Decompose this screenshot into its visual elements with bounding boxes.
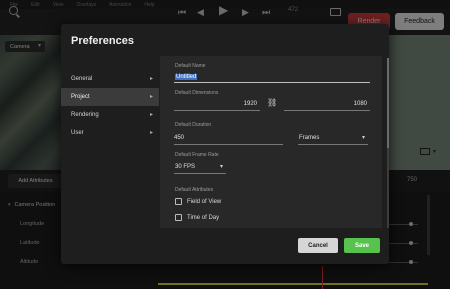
nav-item-rendering[interactable]: Rendering ▸ <box>61 106 159 124</box>
app-window: File Edit View Overlays Animation Help ⏮… <box>0 0 450 289</box>
project-settings-panel: Default Name Untitled Default Dimensions… <box>160 56 382 228</box>
nav-item-label: General <box>71 76 93 82</box>
preferences-dialog: Preferences General ▸ Project ▸ Renderin… <box>61 24 389 264</box>
checkbox-label: Field of View <box>187 198 222 205</box>
panel-scrollbar-thumb[interactable] <box>387 58 389 148</box>
chevron-right-icon: ▸ <box>149 76 153 82</box>
frame-rate-select[interactable]: 30 FPS <box>174 162 226 174</box>
default-name-label: Default Name <box>175 63 206 69</box>
nav-item-project[interactable]: Project ▸ <box>61 88 159 106</box>
nav-item-label: User <box>71 130 84 136</box>
save-button[interactable]: Save <box>344 238 380 253</box>
duration-input[interactable]: 450 <box>174 133 283 145</box>
time-of-day-option[interactable]: Time of Day <box>175 214 219 221</box>
height-input[interactable]: 1080 <box>284 99 370 111</box>
chevron-right-icon: ▸ <box>149 94 153 100</box>
nav-item-label: Project <box>71 94 90 100</box>
chevron-right-icon: ▸ <box>149 130 153 136</box>
width-input[interactable]: 1920 <box>174 99 260 111</box>
nav-item-label: Rendering <box>71 112 99 118</box>
preferences-nav: General ▸ Project ▸ Rendering ▸ User ▸ <box>61 70 159 142</box>
default-attributes-label: Default Attributes <box>175 187 214 193</box>
field-of-view-option[interactable]: Field of View <box>175 198 221 205</box>
default-dimensions-label: Default Dimensions <box>175 90 219 96</box>
nav-item-general[interactable]: General ▸ <box>61 70 159 88</box>
default-frame-rate-label: Default Frame Rate <box>175 152 219 158</box>
cancel-button[interactable]: Cancel <box>298 238 338 253</box>
duration-unit-select[interactable]: Frames <box>298 133 368 145</box>
checkbox[interactable] <box>175 214 182 221</box>
default-name-input[interactable]: Untitled <box>174 72 370 83</box>
default-duration-label: Default Duration <box>175 122 212 128</box>
dialog-title: Preferences <box>71 35 134 47</box>
default-name-value: Untitled <box>175 74 198 80</box>
link-icon[interactable]: ⛓ <box>267 98 277 107</box>
chevron-right-icon: ▸ <box>149 112 153 118</box>
nav-item-user[interactable]: User ▸ <box>61 124 159 142</box>
checkbox[interactable] <box>175 198 182 205</box>
checkbox-label: Time of Day <box>187 214 220 221</box>
